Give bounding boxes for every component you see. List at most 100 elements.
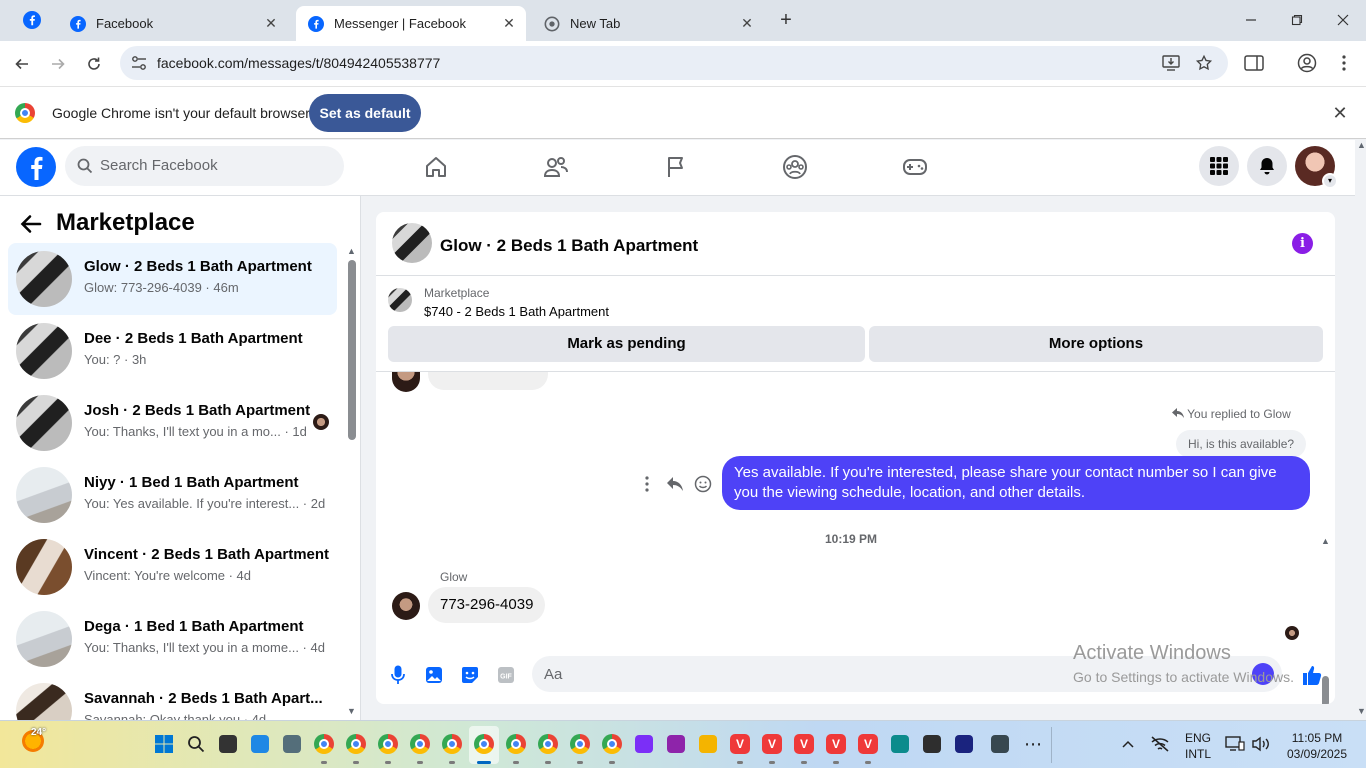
scroll-up-arrow-icon[interactable]: ▲: [1357, 140, 1366, 150]
chrome-app-icon[interactable]: [505, 733, 527, 764]
listing-title[interactable]: $740 - 2 Beds 1 Bath Apartment: [424, 304, 609, 319]
close-window-icon[interactable]: [1330, 8, 1356, 32]
side-panel-icon[interactable]: [1243, 52, 1265, 74]
new-tab-button[interactable]: +: [775, 10, 797, 32]
conversation-item[interactable]: Glow · 2 Beds 1 Bath Apartment Glow: 773-…: [8, 243, 337, 315]
info-icon[interactable]: i: [1292, 233, 1313, 254]
close-infobar-icon[interactable]: ✕: [1330, 103, 1350, 123]
chrome-app-icon[interactable]: [313, 733, 335, 764]
pinned-app-icon[interactable]: [665, 733, 687, 755]
gif-icon[interactable]: GIF: [495, 664, 517, 686]
conversation-scrollbar[interactable]: ▲ ▼: [347, 246, 356, 716]
quoted-message[interactable]: Hi, is this available?: [1176, 430, 1307, 458]
game-app-icon[interactable]: [989, 733, 1011, 755]
conversation-item[interactable]: Niyy · 1 Bed 1 Bath Apartment You: Yes av…: [8, 459, 337, 531]
vivaldi-app-icon[interactable]: V: [729, 733, 751, 764]
microphone-icon[interactable]: [387, 664, 409, 686]
home-icon[interactable]: [423, 154, 449, 180]
tool-app-icon[interactable]: [281, 733, 303, 755]
mark-as-pending-button[interactable]: Mark as pending: [388, 326, 865, 362]
chrome-app-icon[interactable]: [601, 733, 623, 764]
scroll-up-arrow-icon[interactable]: ▲: [347, 246, 356, 256]
show-hidden-icons-icon[interactable]: [1117, 733, 1139, 755]
reply-icon[interactable]: [665, 474, 685, 494]
emoji-icon[interactable]: [1252, 663, 1274, 685]
sender-avatar[interactable]: [392, 592, 420, 620]
gaming-icon[interactable]: [902, 154, 928, 180]
conversation-item[interactable]: Josh · 2 Beds 1 Bath Apartment You: Thank…: [8, 387, 337, 459]
forward-icon[interactable]: [45, 51, 71, 77]
taskbar-search-icon[interactable]: [185, 733, 207, 755]
groups-icon[interactable]: [782, 154, 808, 180]
react-emoji-icon[interactable]: [693, 474, 713, 494]
photo-icon[interactable]: [423, 664, 445, 686]
sticker-icon[interactable]: [459, 664, 481, 686]
back-arrow-icon[interactable]: [20, 213, 42, 235]
facebook-search[interactable]: Search Facebook: [65, 146, 344, 186]
scroll-down-arrow-icon[interactable]: ▼: [1357, 706, 1366, 716]
menu-kebab-icon[interactable]: [1333, 52, 1355, 74]
tab-facebook[interactable]: Facebook ✕: [58, 6, 288, 41]
scroll-up-arrow-icon[interactable]: ▲: [1321, 536, 1330, 546]
message-input[interactable]: Aa: [532, 656, 1282, 692]
incoming-message[interactable]: 773-296-4039: [428, 587, 546, 623]
tab-close-icon[interactable]: ✕: [262, 14, 280, 32]
address-bar[interactable]: facebook.com/messages/t/804942405538777: [120, 46, 1228, 80]
conversation-item[interactable]: Dee · 2 Beds 1 Bath Apartment You: ? · 3h: [8, 315, 337, 387]
notifications-button[interactable]: [1247, 146, 1287, 186]
language-indicator[interactable]: ENG INTL: [1181, 730, 1215, 762]
volume-icon[interactable]: [1250, 733, 1272, 755]
chrome-app-icon[interactable]: [473, 733, 495, 764]
facebook-logo-icon[interactable]: [16, 147, 56, 187]
system-clock[interactable]: 11:05 PM 03/09/2025: [1282, 730, 1352, 762]
more-actions-icon[interactable]: [637, 474, 657, 494]
chat-avatar[interactable]: [392, 223, 432, 263]
chat-title[interactable]: Glow · 2 Beds 1 Bath Apartment: [440, 236, 698, 256]
vivaldi-app-icon[interactable]: V: [857, 733, 879, 764]
edge-app-icon[interactable]: [889, 733, 911, 755]
back-icon[interactable]: [9, 51, 35, 77]
display-icon[interactable]: [1224, 733, 1246, 755]
xbox-app-icon[interactable]: [921, 733, 943, 755]
conversation-item[interactable]: Savannah · 2 Beds 1 Bath Apart... Savanna…: [8, 675, 337, 720]
more-apps-icon[interactable]: ⋯: [1022, 733, 1044, 755]
facebook-pinned-tab-icon[interactable]: [18, 8, 46, 32]
set-as-default-button[interactable]: Set as default: [309, 94, 421, 132]
network-icon[interactable]: [1149, 733, 1171, 755]
task-view-icon[interactable]: [217, 733, 239, 755]
more-options-button[interactable]: More options: [869, 326, 1323, 362]
profile-icon[interactable]: [1296, 52, 1318, 74]
tab-new-tab[interactable]: New Tab ✕: [532, 6, 764, 41]
url-text[interactable]: facebook.com/messages/t/804942405538777: [157, 55, 440, 71]
minimize-icon[interactable]: [1238, 8, 1264, 32]
reload-icon[interactable]: [81, 51, 107, 77]
chrome-app-icon[interactable]: [377, 733, 399, 764]
start-windows-icon[interactable]: [153, 733, 175, 755]
chrome-app-icon[interactable]: [569, 733, 591, 764]
site-settings-icon[interactable]: [129, 54, 149, 72]
vivaldi-app-icon[interactable]: V: [793, 733, 815, 764]
calendar-app-icon[interactable]: [953, 733, 975, 755]
install-app-icon[interactable]: [1161, 54, 1181, 72]
page-scrollbar[interactable]: ▲ ▼: [1355, 140, 1366, 720]
vivaldi-app-icon[interactable]: V: [825, 733, 847, 764]
chrome-app-icon[interactable]: [345, 733, 367, 764]
menu-grid-button[interactable]: [1199, 146, 1239, 186]
chrome-app-icon[interactable]: [537, 733, 559, 764]
conversation-item[interactable]: Vincent · 2 Beds 1 Bath Apartment Vincent…: [8, 531, 337, 603]
conversation-item[interactable]: Dega · 1 Bed 1 Bath Apartment You: Thanks…: [8, 603, 337, 675]
chrome-app-icon[interactable]: [441, 733, 463, 764]
thumbs-up-icon[interactable]: [1301, 664, 1323, 686]
outgoing-message[interactable]: Yes available. If you're interested, ple…: [722, 456, 1310, 510]
tab-close-icon[interactable]: ✕: [500, 14, 518, 32]
account-avatar[interactable]: ▾: [1295, 146, 1338, 189]
listing-thumbnail[interactable]: [388, 288, 412, 312]
bookmark-star-icon[interactable]: [1194, 54, 1214, 72]
chrome-app-icon[interactable]: [409, 733, 431, 764]
vivaldi-app-icon[interactable]: V: [761, 733, 783, 764]
media-player-icon[interactable]: [633, 733, 655, 755]
friends-icon[interactable]: [543, 154, 569, 180]
restore-icon[interactable]: [1284, 8, 1310, 32]
notepad-app-icon[interactable]: [249, 733, 271, 755]
file-explorer-icon[interactable]: [697, 733, 719, 755]
